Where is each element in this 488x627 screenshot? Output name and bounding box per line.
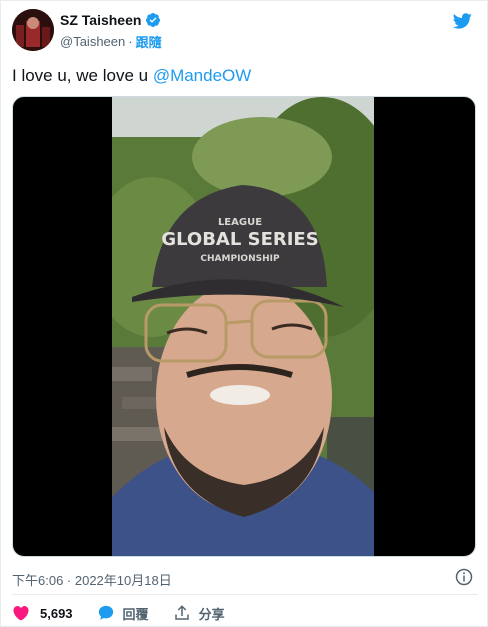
svg-text:GLOBAL SERIES: GLOBAL SERIES xyxy=(161,229,318,250)
author-display-name[interactable]: SZ Taisheen xyxy=(60,12,141,28)
tweet-text-body: I love u, we love u xyxy=(12,66,153,85)
twitter-bird-icon[interactable] xyxy=(450,11,474,31)
like-count: 5,693 xyxy=(40,605,73,621)
verified-badge-icon xyxy=(146,13,161,27)
svg-text:CHAMPIONSHIP: CHAMPIONSHIP xyxy=(200,254,280,264)
author-names: SZ Taisheen @Taisheen · 跟隨 xyxy=(60,11,162,51)
heart-icon xyxy=(13,606,29,621)
video-frame[interactable]: LEAGUE GLOBAL SERIES CHAMPIONSHIP xyxy=(112,97,374,556)
display-name-row: SZ Taisheen xyxy=(60,11,162,29)
tweet-actions: 5,693 回覆 分享 xyxy=(12,602,249,624)
author-avatar[interactable] xyxy=(12,9,54,51)
tweet-card: SZ Taisheen @Taisheen · 跟隨 I love u, we … xyxy=(0,0,488,627)
tweet-timestamp[interactable]: 下午6:06 · 2022年10月18日 xyxy=(12,570,172,589)
share-label: 分享 xyxy=(198,606,225,622)
actions-divider xyxy=(12,594,478,595)
reply-label: 回覆 xyxy=(122,606,149,622)
reply-button[interactable]: 回覆 xyxy=(97,604,149,623)
handle-separator: · xyxy=(128,34,133,49)
handle-row: @Taisheen · 跟隨 xyxy=(60,32,162,51)
mention-link[interactable]: @MandeOW xyxy=(153,66,252,85)
info-icon[interactable] xyxy=(455,568,473,586)
follow-button[interactable]: 跟隨 xyxy=(136,32,162,51)
author-handle[interactable]: @Taisheen xyxy=(60,34,125,49)
share-button[interactable]: 分享 xyxy=(173,604,225,623)
tweet-header: SZ Taisheen @Taisheen · 跟隨 xyxy=(12,9,478,53)
video-thumbnail: LEAGUE GLOBAL SERIES CHAMPIONSHIP xyxy=(112,97,374,556)
tweet-text: I love u, we love u @MandeOW xyxy=(12,65,251,87)
like-button[interactable]: 5,693 xyxy=(12,604,73,622)
share-upload-icon xyxy=(174,605,189,620)
svg-text:LEAGUE: LEAGUE xyxy=(218,217,262,228)
speech-bubble-icon xyxy=(98,605,113,620)
tweet-video[interactable]: LEAGUE GLOBAL SERIES CHAMPIONSHIP xyxy=(12,96,476,557)
